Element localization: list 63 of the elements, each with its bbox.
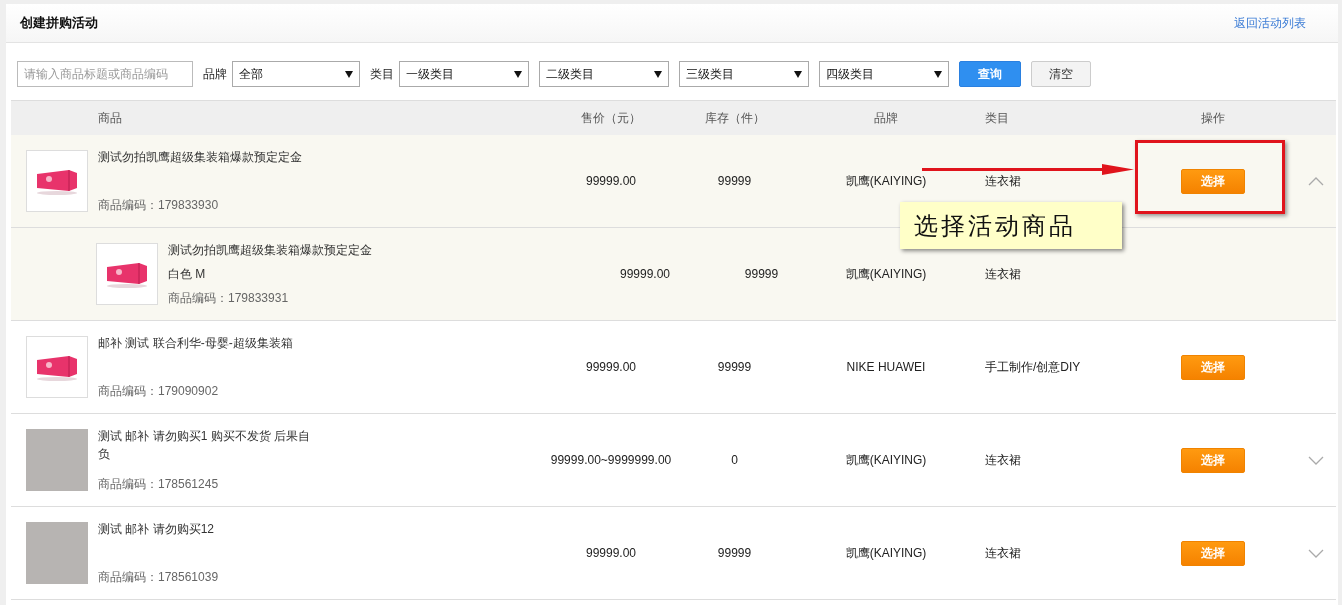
search-field[interactable]: 请输入商品标题或商品编码 <box>17 61 193 87</box>
category-cell-text: 手工制作/创意DIY <box>984 358 1082 376</box>
clear-button[interactable]: 清空 <box>1031 61 1091 87</box>
price-cell: 99999.00~9999999.00 <box>550 453 672 467</box>
brand-cell-text: 凯鹰(KAIYING) <box>844 451 928 469</box>
container-thumbnail <box>26 336 88 398</box>
chevron-down-icon[interactable] <box>1308 455 1324 465</box>
price-cell-text: 99999.00 <box>584 174 638 188</box>
arrow-icon <box>922 164 1134 176</box>
brand-cell-text: 凯鹰(KAIYING) <box>844 265 928 283</box>
category-cell-text: 连衣裙 <box>984 172 1022 190</box>
product-code: 商品编码：179833931 <box>168 290 290 307</box>
brand-cell-text: 凯鹰(KAIYING) <box>844 544 928 562</box>
product-title: 邮补 测试 联合利华-母婴-超级集装箱 <box>98 335 294 352</box>
column-header: 商品 <box>97 109 123 127</box>
brand-cell-text: 凯鹰(KAIYING) <box>844 172 928 190</box>
product-code: 商品编码：178561039 <box>98 569 220 586</box>
container-thumbnail <box>96 243 158 305</box>
category-select[interactable]: 一级类目 <box>399 61 529 87</box>
category-cell-text: 连衣裙 <box>984 451 1022 469</box>
back-link[interactable]: 返回活动列表 <box>1234 14 1306 32</box>
chevron-up-icon[interactable] <box>1308 176 1324 186</box>
category-label: 类目 <box>370 65 394 83</box>
page-title: 创建拼购活动 <box>20 14 98 32</box>
photo-placeholder <box>26 429 88 491</box>
variant-spec: 白色 M <box>168 266 207 283</box>
column-header: 类目 <box>984 109 1010 127</box>
product-title: 测试 邮补 请勿购买1 购买不发货 后果自负 <box>98 428 311 463</box>
container-thumbnail <box>26 150 88 212</box>
dropdown-caret-icon <box>794 70 802 78</box>
price-cell-text: 99999.00 <box>584 360 638 374</box>
photo-placeholder <box>26 522 88 584</box>
product-code: 商品编码：178561245 <box>98 476 220 493</box>
dropdown-caret-icon <box>345 70 353 78</box>
price-cell-text: 99999.00 <box>618 267 672 281</box>
stock-cell-text: 99999 <box>743 267 780 281</box>
dropdown-caret-icon <box>654 70 662 78</box>
stock-cell-text: 99999 <box>716 174 753 188</box>
category-cell-text: 连衣裙 <box>984 544 1022 562</box>
product-title: 测试 邮补 请勿购买12 <box>98 521 215 538</box>
product-title: 测试勿拍凯鹰超级集装箱爆款预定定金 <box>168 242 373 259</box>
category-select[interactable]: 二级类目 <box>539 61 669 87</box>
category-cell-text: 连衣裙 <box>984 265 1022 283</box>
dropdown-caret-icon <box>934 70 942 78</box>
stock-cell-text: 99999 <box>716 546 753 560</box>
product-code: 商品编码：179090902 <box>98 383 220 400</box>
stock-cell-text: 0 <box>730 453 739 467</box>
brand-label: 品牌 <box>203 65 227 83</box>
dropdown-caret-icon <box>514 70 522 78</box>
stock-cell-text: 99999 <box>716 360 753 374</box>
product-title: 测试勿拍凯鹰超级集装箱爆款预定定金 <box>98 149 303 166</box>
column-header: 操作 <box>1200 109 1226 127</box>
column-header: 库存（件） <box>703 109 766 127</box>
category-select[interactable]: 四级类目 <box>819 61 949 87</box>
brand-cell-text: NIKE HUAWEI <box>845 360 927 374</box>
product-code: 商品编码：179833930 <box>98 197 220 214</box>
column-header: 品牌 <box>873 109 899 127</box>
callout-note: 选择活动商品 <box>900 202 1122 249</box>
column-header: 售价（元） <box>580 109 642 127</box>
chevron-down-icon[interactable] <box>1308 548 1324 558</box>
category-select[interactable]: 三级类目 <box>679 61 809 87</box>
brand-select[interactable]: 全部 <box>232 61 360 87</box>
price-cell-text: 99999.00 <box>584 546 638 560</box>
